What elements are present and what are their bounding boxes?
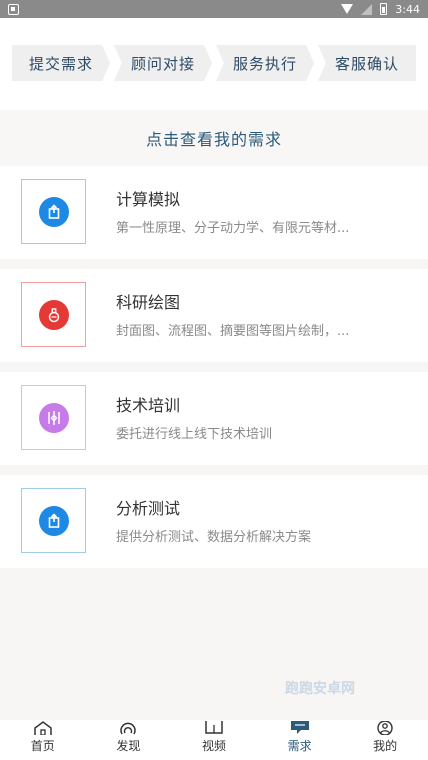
tab-label: 需求 xyxy=(287,739,312,753)
profile-icon xyxy=(374,721,396,735)
service-thumbnail xyxy=(21,488,86,553)
step-confirm: 客服确认 xyxy=(318,45,416,81)
tab-demand[interactable]: 需求 xyxy=(257,720,343,760)
watermark: 跑跑安卓网 xyxy=(285,681,355,697)
view-my-demands-link[interactable]: 点击查看我的需求 xyxy=(0,110,428,166)
flask-icon xyxy=(38,299,69,330)
service-card-training[interactable]: 技术培训 委托进行线上线下技术培训 xyxy=(0,372,428,465)
status-icons: 3:44 xyxy=(341,3,420,16)
wifi-icon xyxy=(341,4,354,14)
status-bar: 3:44 xyxy=(0,0,428,18)
service-thumbnail xyxy=(21,179,86,244)
service-card-testing[interactable]: 分析测试 提供分析测试、数据分析解决方案 xyxy=(0,475,428,568)
tab-profile[interactable]: 我的 xyxy=(342,720,428,760)
tab-home[interactable]: 首页 xyxy=(0,720,86,760)
step-submit: 提交需求 xyxy=(12,45,110,81)
service-title: 技术培训 xyxy=(116,396,181,415)
service-title: 分析测试 xyxy=(116,499,181,518)
service-card-simulation[interactable]: 计算模拟 第一性原理、分子动力学、有限元等材... xyxy=(0,166,428,259)
battery-icon xyxy=(380,3,388,15)
tab-discover[interactable]: 发现 xyxy=(86,720,172,760)
export-icon xyxy=(38,196,69,227)
process-steps-section: 提交需求 顾问对接 服务执行 客服确认 xyxy=(0,18,428,110)
service-desc: 第一性原理、分子动力学、有限元等材... xyxy=(116,221,350,236)
video-icon xyxy=(203,721,225,735)
bottom-tab-bar: 首页 发现 视频 需求 我的 xyxy=(0,720,428,760)
process-steps: 提交需求 顾问对接 服务执行 客服确认 xyxy=(12,45,416,81)
demand-icon xyxy=(289,721,311,735)
signal-icon xyxy=(361,3,373,15)
service-title: 科研绘图 xyxy=(116,293,181,312)
home-icon xyxy=(32,721,54,735)
service-desc: 封面图、流程图、摘要图等图片绘制，... xyxy=(116,324,350,339)
service-desc: 委托进行线上线下技术培训 xyxy=(116,427,273,442)
service-thumbnail xyxy=(21,385,86,450)
service-card-drawing[interactable]: 科研绘图 封面图、流程图、摘要图等图片绘制，... xyxy=(0,269,428,362)
discover-icon xyxy=(117,721,139,735)
service-title: 计算模拟 xyxy=(116,190,181,209)
step-consultant: 顾问对接 xyxy=(114,45,212,81)
status-time: 3:44 xyxy=(395,2,420,16)
tab-label: 我的 xyxy=(373,739,398,753)
notification-icon xyxy=(8,3,19,15)
tab-label: 首页 xyxy=(30,739,55,753)
tab-video[interactable]: 视频 xyxy=(171,720,257,760)
tab-label: 视频 xyxy=(201,739,226,753)
compass-icon xyxy=(38,402,69,433)
tab-label: 发现 xyxy=(116,739,141,753)
service-thumbnail xyxy=(21,282,86,347)
export-icon xyxy=(38,505,69,536)
step-execution: 服务执行 xyxy=(216,45,314,81)
service-desc: 提供分析测试、数据分析解决方案 xyxy=(116,530,312,545)
